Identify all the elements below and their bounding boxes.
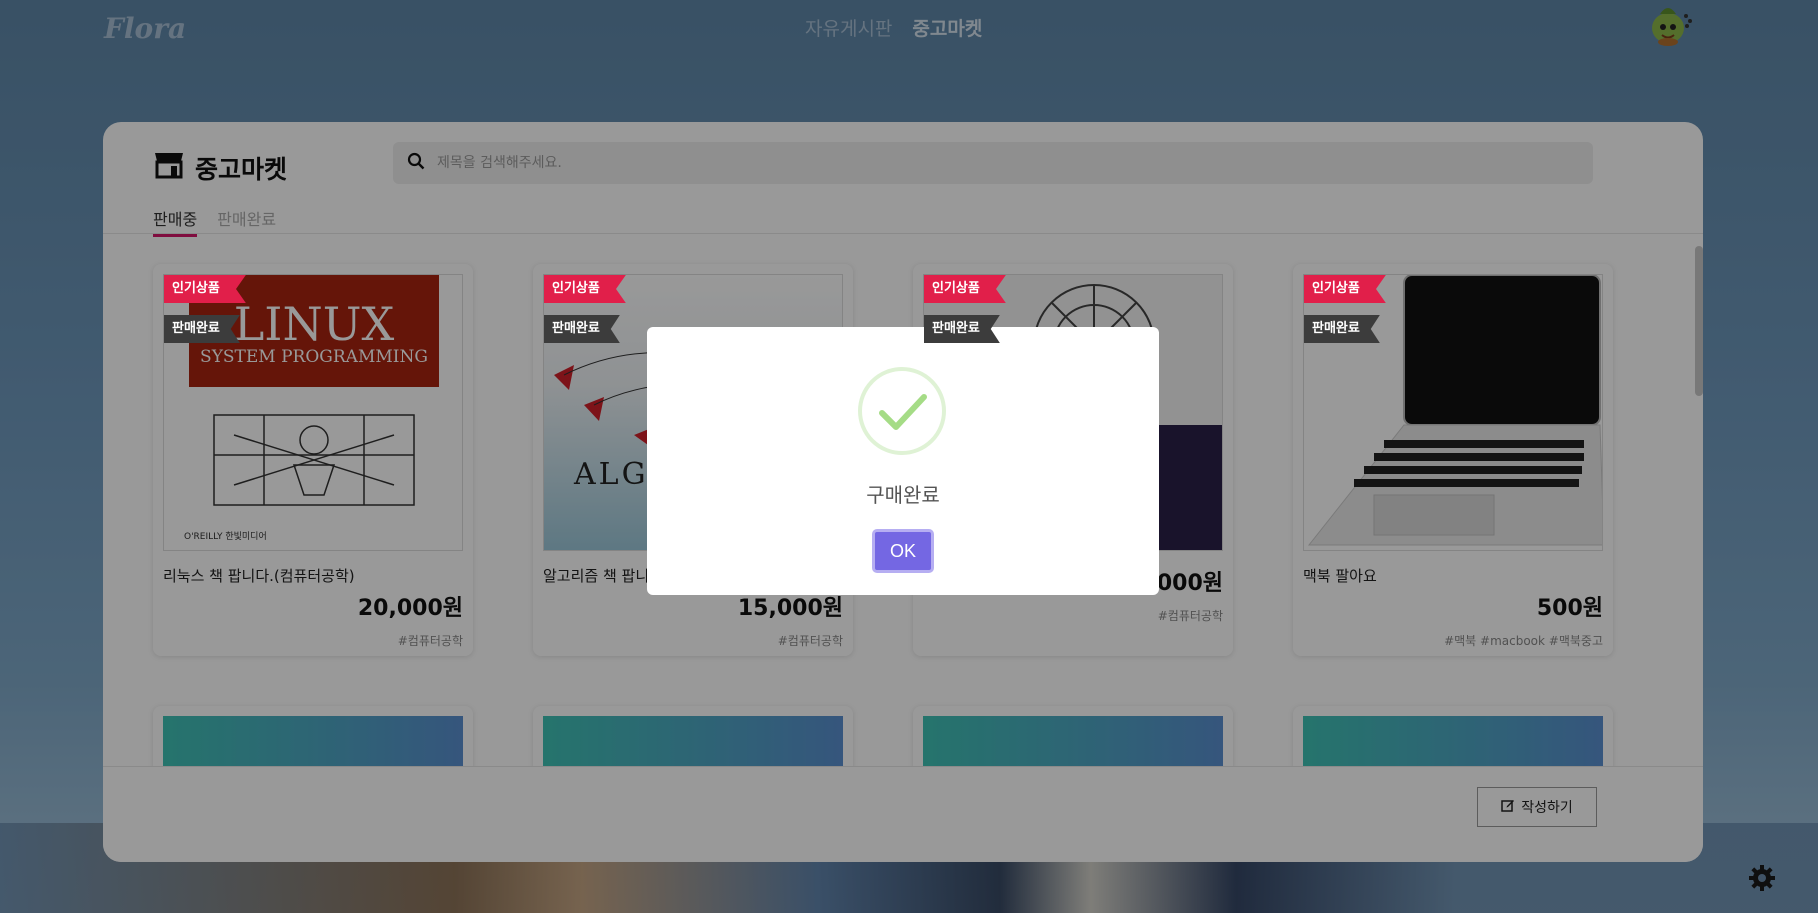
sold-badge: 판매완료 [924,315,1000,343]
popular-badge: 인기상품 [1304,275,1386,303]
purchase-complete-dialog: 구매완료 OK [647,327,1159,595]
sold-badge: 판매완료 [1304,315,1380,343]
checkmark-icon [879,394,927,430]
sold-badge: 판매완료 [544,315,620,343]
popular-badge: 인기상품 [164,275,246,303]
popular-badge: 인기상품 [544,275,626,303]
sold-badge: 판매완료 [164,315,240,343]
dialog-title: 구매완료 [866,483,940,507]
popular-badge: 인기상품 [924,275,1006,303]
ok-button[interactable]: OK [872,529,934,573]
